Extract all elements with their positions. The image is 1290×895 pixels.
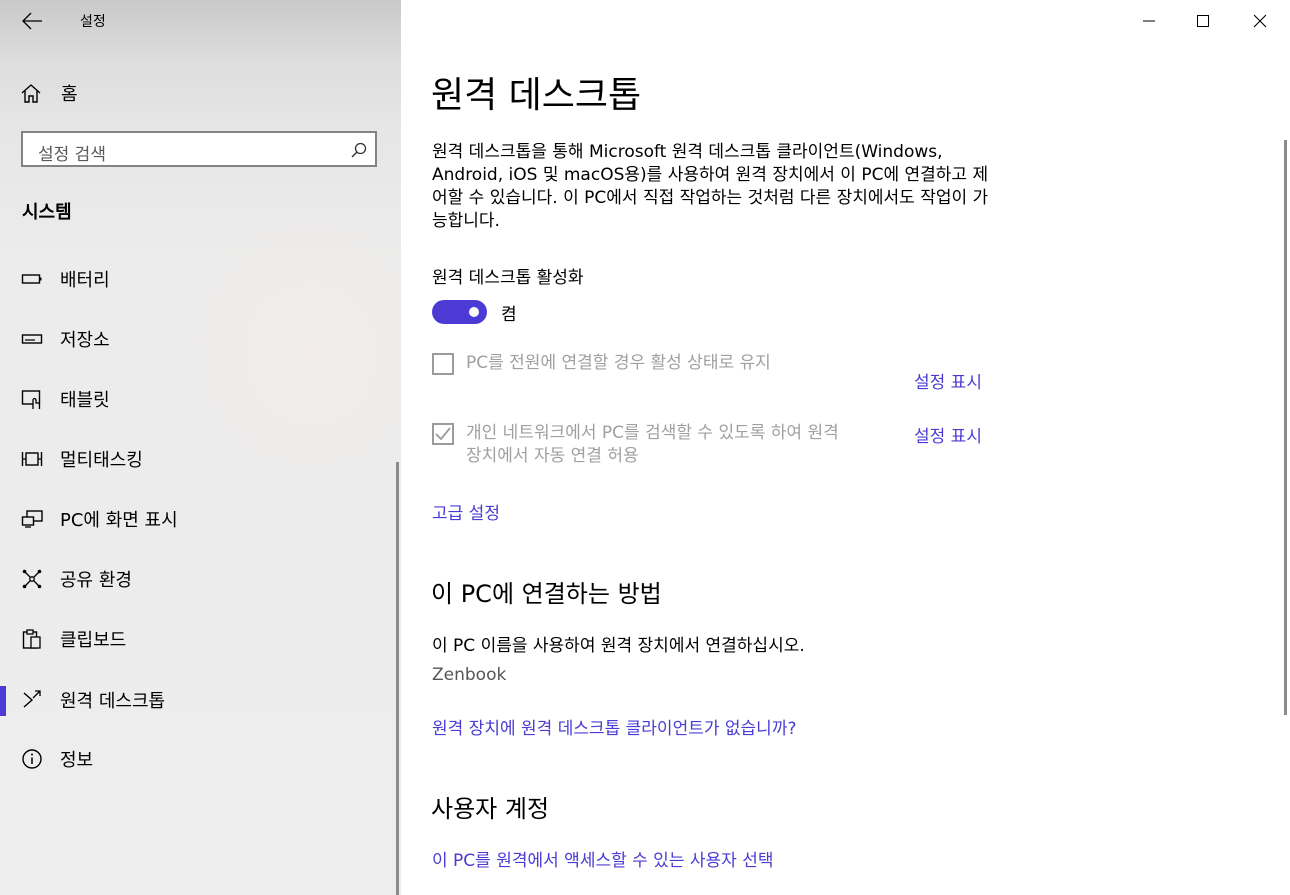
connect-heading: 이 PC에 연결하는 방법 — [431, 580, 662, 608]
nav-home[interactable]: 홈 — [20, 80, 78, 106]
description: 원격 데스크톱을 통해 Microsoft 원격 데스크톱 클라이언트(Wind… — [432, 142, 989, 231]
close-button[interactable] — [1248, 10, 1272, 32]
section-title: 시스템 — [22, 202, 72, 223]
sidebar-item-project[interactable]: PC에 화면 표시 — [0, 499, 400, 539]
sidebar-item-battery[interactable]: 배터리 — [0, 259, 400, 299]
maximize-button[interactable] — [1191, 10, 1215, 32]
toggle-knob — [469, 307, 479, 317]
sidebar-item-label: 저장소 — [60, 330, 110, 351]
sidebar-item-label: 태블릿 — [60, 390, 110, 411]
search-box[interactable]: 설정 검색 — [21, 131, 377, 167]
sidebar-item-tablet[interactable]: 태블릿 — [0, 379, 400, 419]
nav-home-label: 홈 — [61, 84, 78, 105]
minimize-icon — [1143, 20, 1155, 22]
enable-label: 원격 데스크톱 활성화 — [432, 268, 584, 288]
remote-desktop-toggle[interactable] — [432, 300, 487, 324]
advanced-settings-link[interactable]: 고급 설정 — [432, 499, 500, 524]
home-icon — [21, 84, 41, 103]
sidebar-item-label: 공유 환경 — [60, 570, 132, 591]
sidebar-item-label: 원격 데스크톱 — [60, 691, 166, 712]
sidebar-item-label: 멀티태스킹 — [60, 450, 143, 471]
client-link[interactable]: 원격 장치에 원격 데스크톱 클라이언트가 없습니까? — [432, 714, 796, 739]
back-arrow-icon — [22, 12, 42, 30]
sidebar-item-storage[interactable]: 저장소 — [0, 319, 400, 359]
sidebar-item-multitasking[interactable]: 멀티태스킹 — [0, 439, 400, 479]
remote-desktop-icon — [23, 690, 41, 708]
connect-text: 이 PC 이름을 사용하여 원격 장치에서 연결하십시오. — [432, 636, 805, 656]
close-icon — [1253, 14, 1267, 28]
check-icon — [435, 427, 451, 441]
page-title: 원격 데스크톱 — [431, 75, 642, 116]
share-icon — [22, 569, 42, 589]
storage-icon — [21, 334, 43, 344]
show-settings-link-1[interactable]: 설정 표시 — [914, 368, 982, 393]
project-icon — [21, 510, 43, 528]
sidebar-item-label: 배터리 — [60, 270, 110, 291]
sidebar-scrollbar[interactable] — [396, 462, 399, 895]
info-icon — [22, 749, 42, 769]
multitasking-icon — [21, 452, 43, 466]
keep-awake-checkbox[interactable] — [432, 353, 454, 375]
sidebar-item-clipboard[interactable]: 클립보드 — [0, 619, 400, 659]
tablet-icon — [21, 390, 41, 409]
discoverable-label-line2: 장치에서 자동 연결 허용 — [466, 446, 639, 466]
sidebar-item-label: 정보 — [60, 750, 94, 771]
toggle-state: 켬 — [501, 305, 517, 325]
discoverable-label-line1: 개인 네트워크에서 PC를 검색할 수 있도록 하여 원격 — [466, 423, 839, 443]
discoverable-checkbox[interactable] — [432, 423, 454, 445]
accounts-heading: 사용자 계정 — [431, 795, 550, 823]
sidebar-item-label: PC에 화면 표시 — [60, 510, 178, 531]
battery-icon — [21, 274, 42, 284]
search-icon[interactable] — [351, 142, 367, 158]
content-scrollbar[interactable] — [1284, 140, 1287, 715]
sidebar-item-remote-desktop[interactable]: 원격 데스크톱 — [0, 680, 400, 720]
sidebar-item-label: 클립보드 — [60, 630, 127, 651]
sidebar-item-share[interactable]: 공유 환경 — [0, 559, 400, 599]
clipboard-icon — [22, 629, 41, 649]
app-title: 설정 — [80, 14, 106, 30]
sidebar: 설정 홈 설정 검색 시스템 배터리 저장소 태블릿 멀티태스킹 PC에 화면 … — [0, 0, 401, 895]
show-settings-link-2[interactable]: 설정 표시 — [914, 422, 982, 447]
pc-name: Zenbook — [432, 665, 507, 685]
select-users-link[interactable]: 이 PC를 원격에서 액세스할 수 있는 사용자 선택 — [432, 846, 773, 871]
sidebar-item-info[interactable]: 정보 — [0, 739, 400, 779]
minimize-button[interactable] — [1137, 10, 1161, 32]
search-placeholder: 설정 검색 — [38, 145, 106, 165]
keep-awake-label: PC를 전원에 연결할 경우 활성 상태로 유지 — [466, 353, 771, 373]
maximize-icon — [1197, 15, 1209, 27]
back-button[interactable] — [20, 10, 44, 32]
